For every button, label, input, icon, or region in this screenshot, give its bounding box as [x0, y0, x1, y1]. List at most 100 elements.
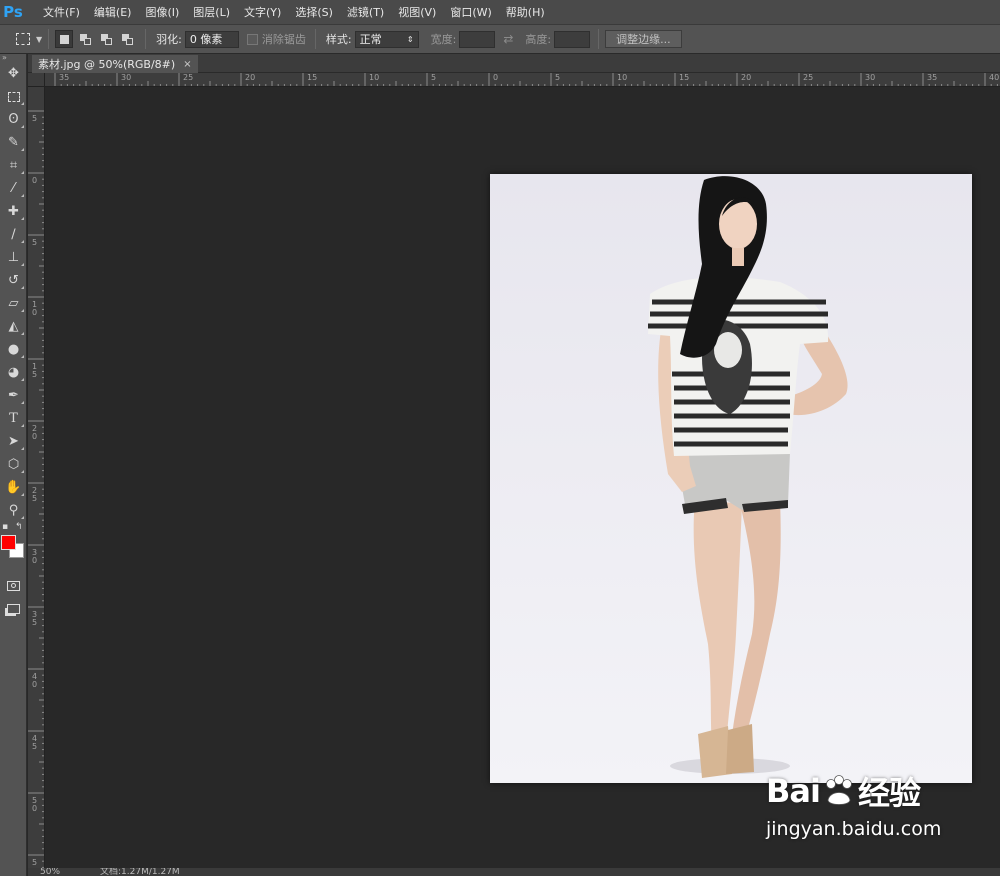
- ruler-label: 5: [431, 73, 437, 82]
- ruler-label: 0: [493, 73, 499, 82]
- add-to-selection-button[interactable]: [76, 30, 94, 48]
- default-colors-icon[interactable]: ▪: [2, 522, 8, 532]
- document-tab[interactable]: 素材.jpg @ 50%(RGB/8#) ×: [32, 55, 198, 73]
- eyedropper-tool-icon[interactable]: ⁄: [0, 177, 27, 200]
- intersect-selection-icon: [121, 33, 133, 45]
- style-label: 样式:: [325, 33, 352, 46]
- menu-file[interactable]: 文件(F): [36, 0, 87, 25]
- menu-filter[interactable]: 滤镜(T): [340, 0, 391, 25]
- dodge-tool-icon[interactable]: ◕: [0, 361, 27, 384]
- menu-type[interactable]: 文字(Y): [237, 0, 288, 25]
- blur-tool-icon[interactable]: ●: [0, 338, 27, 361]
- watermark-brand-text: Bai: [766, 772, 821, 810]
- watermark-url: jingyan.baidu.com: [766, 818, 942, 840]
- ruler-origin[interactable]: [28, 73, 45, 87]
- add-selection-icon: [79, 33, 91, 45]
- ruler-label: 30: [865, 73, 876, 82]
- close-icon[interactable]: ×: [183, 59, 191, 70]
- style-select[interactable]: 正常 ⇕: [354, 30, 419, 48]
- intersect-selection-button[interactable]: [118, 30, 136, 48]
- eraser-tool-icon[interactable]: ▱: [0, 292, 27, 315]
- height-input[interactable]: [554, 30, 591, 48]
- status-bar: 50% 文档:1.27M/1.27M: [28, 868, 1000, 876]
- ruler-label: 10: [617, 73, 628, 82]
- ruler-label: 35: [927, 73, 938, 82]
- ruler-label: 25: [32, 486, 38, 503]
- foreground-color-swatch[interactable]: [1, 535, 16, 550]
- ruler-label: 30: [121, 73, 132, 82]
- menu-view[interactable]: 视图(V): [391, 0, 443, 25]
- panel-collapse-icon[interactable]: »: [0, 54, 26, 62]
- menu-select[interactable]: 选择(S): [288, 0, 340, 25]
- pen-tool-icon[interactable]: ✒: [0, 384, 27, 407]
- updown-arrow-icon: ⇕: [406, 34, 414, 44]
- feather-input[interactable]: 0 像素: [184, 30, 239, 48]
- document-tab-strip: 素材.jpg @ 50%(RGB/8#) ×: [28, 54, 1000, 73]
- type-tool-icon[interactable]: T: [0, 407, 27, 430]
- menu-help[interactable]: 帮助(H): [499, 0, 552, 25]
- swap-colors-icon[interactable]: ↰: [15, 522, 23, 532]
- ruler-label: 25: [183, 73, 194, 82]
- options-bar: ▼ 羽化: 0 像素 消除锯齿 样式: 正常 ⇕ 宽度: ⇄ 高度: 调整边缘.…: [0, 25, 1000, 54]
- ruler-label: 35: [32, 610, 38, 627]
- document-tab-title: 素材.jpg @ 50%(RGB/8#): [38, 58, 176, 71]
- document-info[interactable]: 文档:1.27M/1.27M: [100, 868, 180, 876]
- model-photo-illustration: [648, 176, 848, 778]
- ruler-label: 15: [32, 362, 38, 379]
- rect-marquee-preset-icon[interactable]: [16, 33, 30, 45]
- subtract-selection-button[interactable]: [97, 30, 115, 48]
- width-input[interactable]: [459, 30, 496, 48]
- lasso-tool-icon[interactable]: ʘ: [0, 108, 27, 131]
- path-select-tool-icon[interactable]: ➤: [0, 430, 27, 453]
- clone-stamp-tool-icon[interactable]: ⊥: [0, 246, 27, 269]
- menu-window[interactable]: 窗口(W): [443, 0, 498, 25]
- hand-tool-icon[interactable]: ✋: [0, 476, 27, 499]
- ruler-label: 10: [369, 73, 380, 82]
- history-brush-tool-icon[interactable]: ↺: [0, 269, 27, 292]
- ruler-label: 15: [679, 73, 690, 82]
- ruler-label: 20: [32, 424, 38, 441]
- vertical-ruler-ticks: [28, 110, 44, 875]
- baidu-jingyan-watermark: Bai 经验 jingyan.baidu.com: [766, 768, 956, 858]
- swap-dimensions-icon[interactable]: ⇄: [503, 32, 513, 46]
- canvas-area[interactable]: [46, 88, 1000, 876]
- vertical-ruler[interactable]: 5 0 5 10 15 20 25 30 35 40 45 50 5: [28, 87, 45, 876]
- quick-select-tool-icon[interactable]: ✎: [0, 131, 27, 154]
- screen-mode-icon[interactable]: [0, 597, 27, 620]
- menu-edit[interactable]: 编辑(E): [87, 0, 139, 25]
- ruler-label: 10: [32, 300, 38, 317]
- paint-bucket-tool-icon[interactable]: ◭: [0, 315, 27, 338]
- subtract-selection-icon: [100, 33, 112, 45]
- antialias-checkbox[interactable]: [246, 33, 258, 45]
- divider: [145, 29, 147, 49]
- quick-mask-icon[interactable]: [0, 574, 27, 597]
- zoom-level[interactable]: 50%: [40, 868, 60, 876]
- marquee-tool-icon[interactable]: [0, 85, 27, 108]
- ruler-label: 0: [32, 176, 38, 185]
- ruler-label: 40: [989, 73, 1000, 82]
- watermark-brand: Bai 经验: [766, 768, 956, 814]
- horizontal-ruler[interactable]: 35 30 25 20 15 10 5 0 5 10 15 20 25 30 3…: [45, 73, 1000, 87]
- feather-label: 羽化:: [156, 33, 182, 46]
- refine-edge-button[interactable]: 调整边缘...: [605, 30, 682, 48]
- crop-tool-icon[interactable]: ⌗: [0, 154, 27, 177]
- baidu-paw-icon: [826, 775, 852, 805]
- brush-tool-icon[interactable]: ∕: [0, 223, 27, 246]
- menu-layer[interactable]: 图层(L): [186, 0, 237, 25]
- ruler-label: 20: [741, 73, 752, 82]
- new-selection-button[interactable]: [55, 30, 74, 48]
- ruler-label: 5: [32, 858, 38, 867]
- shape-tool-icon[interactable]: ⬡: [0, 453, 27, 476]
- zoom-tool-icon[interactable]: ⚲: [0, 499, 27, 522]
- document-image[interactable]: [490, 174, 972, 783]
- move-tool-icon[interactable]: ✥: [0, 62, 27, 85]
- menu-image[interactable]: 图像(I): [138, 0, 186, 25]
- photoshop-logo[interactable]: Ps: [0, 0, 26, 25]
- ruler-label: 50: [32, 796, 38, 813]
- preset-dropdown-icon[interactable]: ▼: [36, 35, 42, 44]
- ruler-label: 25: [803, 73, 814, 82]
- new-selection-icon: [59, 34, 69, 44]
- height-label: 高度:: [525, 33, 552, 46]
- style-value: 正常: [359, 33, 382, 46]
- healing-brush-tool-icon[interactable]: ✚: [0, 200, 27, 223]
